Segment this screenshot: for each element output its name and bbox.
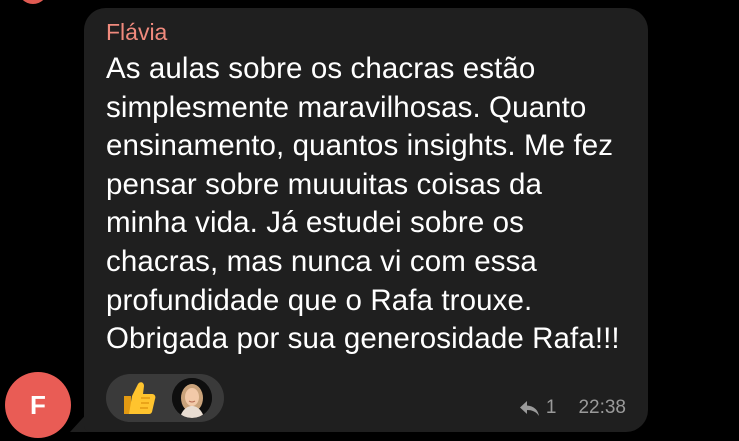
message-line: Obrigada por sua generosidade Rafa!!! bbox=[106, 322, 620, 356]
previous-message-avatar[interactable] bbox=[18, 0, 48, 4]
reply-count[interactable]: 1 bbox=[546, 396, 557, 420]
reply-icon[interactable] bbox=[518, 399, 540, 417]
message-bubble[interactable]: Flávia As aulas sobre os chacras estão s… bbox=[84, 8, 648, 432]
message-line: profundidade que o Rafa trouxe. bbox=[106, 283, 533, 317]
sender-name[interactable]: Flávia bbox=[106, 18, 167, 46]
message-line: pensar sobre muuuitas coisas da bbox=[106, 167, 543, 201]
message-text: As aulas sobre os chacras estão simplesm… bbox=[106, 50, 636, 359]
sender-avatar[interactable]: F bbox=[5, 372, 71, 438]
message-line: As aulas sobre os chacras estão bbox=[106, 52, 536, 85]
message-line: minha vida. Já estudei sobre os bbox=[106, 206, 524, 240]
message-line: simplesmente maravilhosas. Quanto bbox=[106, 90, 587, 124]
reactor-avatar[interactable] bbox=[172, 378, 212, 418]
message-meta: 1 22:38 bbox=[518, 396, 626, 420]
message-line: ensinamento, quantos insights. Me fez bbox=[106, 129, 614, 163]
thumbs-up-icon bbox=[118, 380, 158, 416]
message-line: chacras, mas nunca vi com essa bbox=[106, 244, 537, 278]
reaction-pill[interactable] bbox=[106, 374, 224, 422]
message-time: 22:38 bbox=[578, 397, 626, 418]
